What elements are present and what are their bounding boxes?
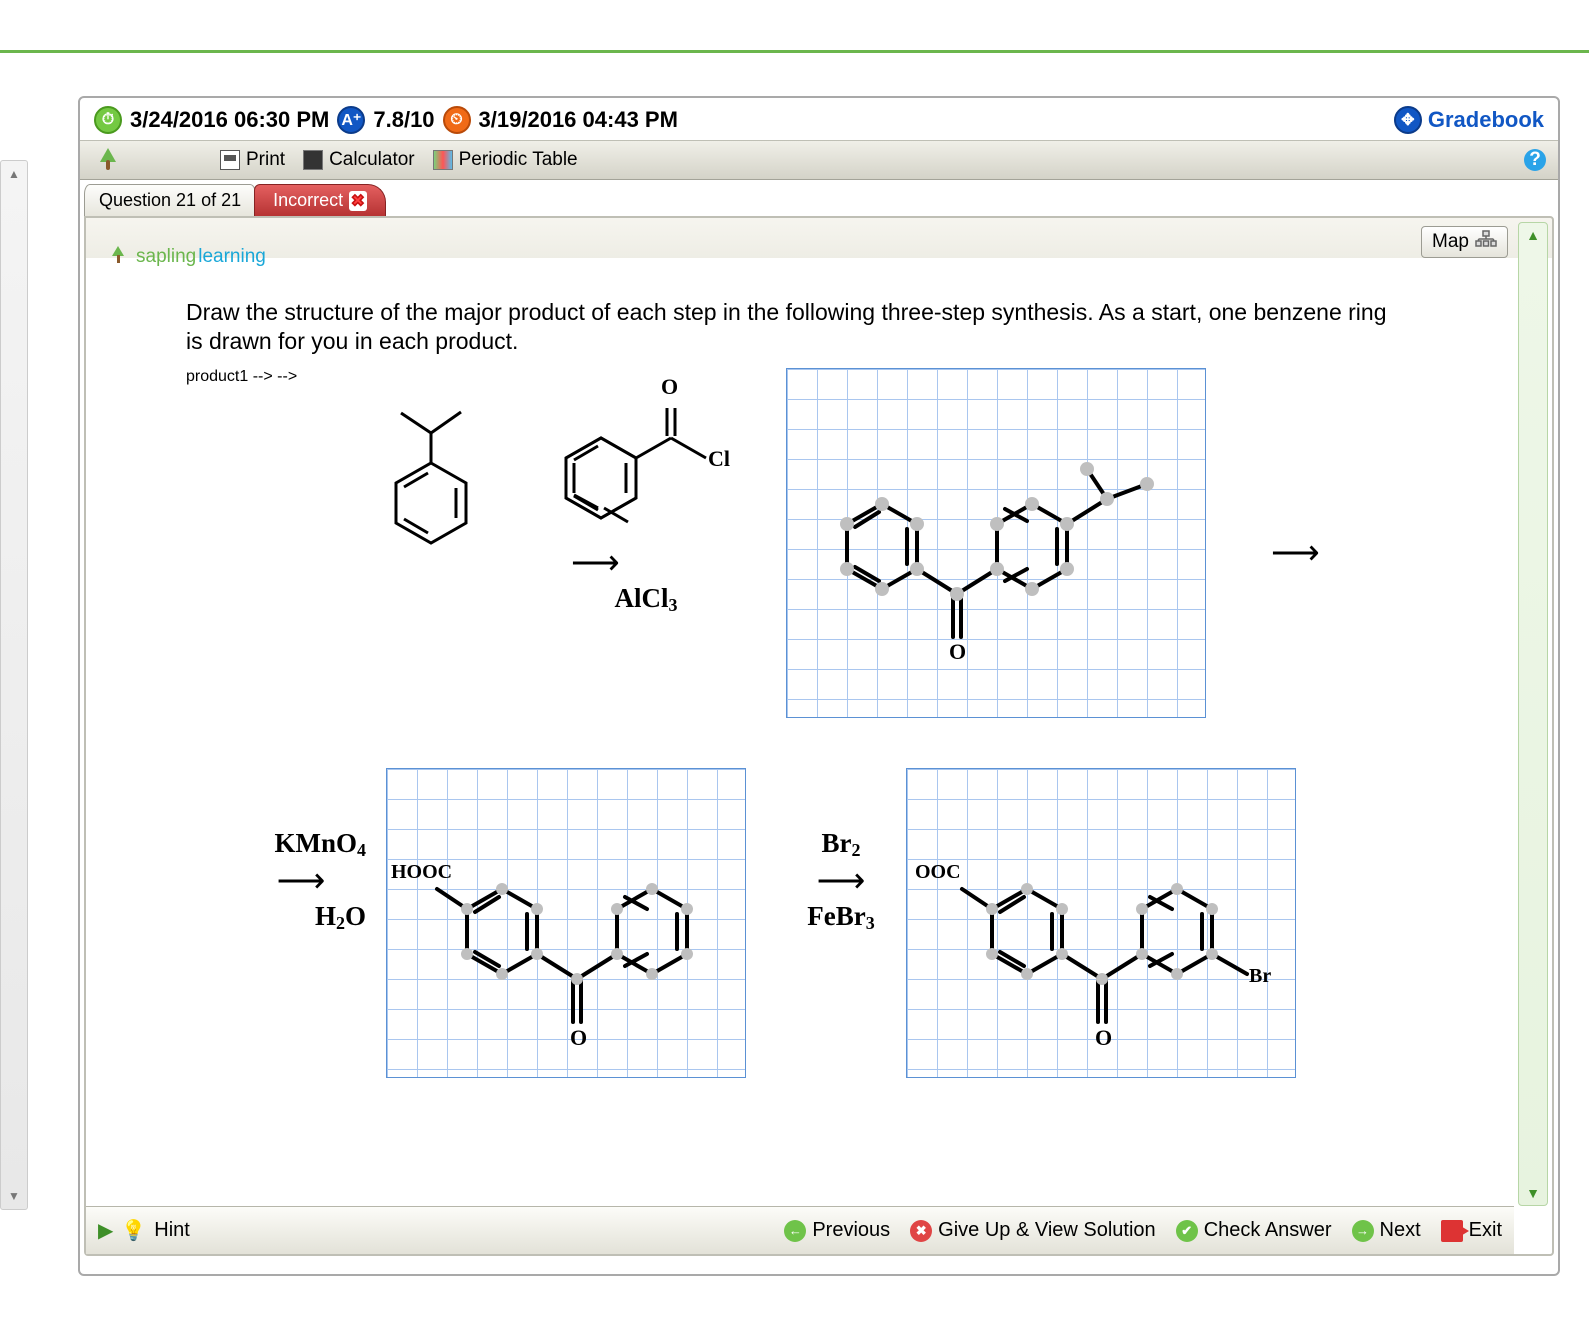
reagent-step1: O Cl bbox=[556, 368, 766, 548]
give-up-label: Give Up & View Solution bbox=[938, 1219, 1156, 1242]
due-date: 3/24/2016 06:30 PM bbox=[130, 107, 329, 133]
previous-label: Previous bbox=[812, 1219, 890, 1242]
product-box-2[interactable]: HOOC O bbox=[386, 768, 746, 1078]
sapling-brand: sapling learning bbox=[108, 246, 266, 268]
print-button[interactable]: Print bbox=[220, 149, 285, 171]
product2-O-label: O bbox=[570, 1025, 587, 1051]
check-label: Check Answer bbox=[1204, 1219, 1332, 1242]
exit-label: Exit bbox=[1469, 1219, 1502, 1242]
print-icon bbox=[220, 150, 240, 170]
due-date-icon: ⏱ bbox=[94, 106, 122, 134]
product3-ooc-label: OOC bbox=[915, 861, 961, 884]
hint-button[interactable]: ▶ 💡 Hint bbox=[98, 1218, 190, 1243]
map-label: Map bbox=[1432, 231, 1469, 253]
leaf-icon bbox=[108, 246, 130, 268]
arrow-step1: ⟶ bbox=[571, 543, 620, 583]
calculator-button[interactable]: Calculator bbox=[303, 149, 415, 171]
assignment-card: ⏱ 3/24/2016 06:30 PM A⁺ 7.8/10 ⏲ 3/19/20… bbox=[78, 96, 1560, 1276]
check-answer-button[interactable]: ✔ Check Answer bbox=[1176, 1219, 1332, 1242]
acyl-Cl-label: Cl bbox=[708, 446, 730, 472]
periodic-table-button[interactable]: Periodic Table bbox=[433, 149, 578, 171]
reaction-area: product1 --> --> bbox=[186, 368, 1446, 1098]
prev-arrow-icon: ← bbox=[784, 1220, 806, 1242]
calculator-label: Calculator bbox=[329, 149, 415, 171]
previous-button[interactable]: ← Previous bbox=[784, 1219, 890, 1242]
brand-text-2: learning bbox=[198, 246, 266, 268]
scroll-up-icon: ▲ bbox=[8, 167, 20, 181]
reagent-label-step2: KMnO4 ⟶ H2O bbox=[236, 828, 366, 934]
starting-material bbox=[356, 388, 506, 588]
gradebook-icon: ✥ bbox=[1394, 106, 1422, 134]
incorrect-x-icon: ✖ bbox=[349, 191, 366, 211]
hint-label: Hint bbox=[154, 1219, 190, 1242]
product2-hooc-label: HOOC bbox=[391, 861, 452, 884]
acyl-O-label: O bbox=[661, 374, 678, 400]
status-tab[interactable]: Incorrect ✖ bbox=[254, 184, 385, 216]
give-up-button[interactable]: ✖ Give Up & View Solution bbox=[910, 1219, 1156, 1242]
reagent-label-step3: Br2 ⟶ FeBr3 bbox=[791, 828, 891, 934]
next-button[interactable]: → Next bbox=[1352, 1219, 1421, 1242]
brand-text-1: sapling bbox=[136, 246, 196, 268]
question-tab-label: Question 21 of 21 bbox=[99, 190, 241, 210]
periodic-table-label: Periodic Table bbox=[459, 149, 578, 171]
content-scrollbar[interactable]: ▲ ▼ bbox=[1518, 222, 1548, 1206]
exit-button[interactable]: Exit bbox=[1441, 1219, 1502, 1242]
footer-nav: ▶ 💡 Hint ← Previous ✖ Give Up & View Sol… bbox=[86, 1206, 1514, 1254]
product-box-1[interactable]: O bbox=[786, 368, 1206, 718]
map-button[interactable]: Map bbox=[1421, 226, 1508, 258]
toolbar: Print Calculator Periodic Table ? bbox=[80, 140, 1558, 180]
question-content: Map ▲ ▼ sapling learning Draw the struct… bbox=[84, 216, 1554, 1256]
product3-O-label: O bbox=[1095, 1025, 1112, 1051]
arrow-step1-out: ⟶ bbox=[1271, 533, 1320, 573]
scroll-down-icon: ▼ bbox=[1526, 1185, 1540, 1201]
reagent-label-step1: AlCl3 bbox=[576, 583, 716, 616]
print-label: Print bbox=[246, 149, 285, 171]
scroll-up-icon: ▲ bbox=[1526, 227, 1540, 243]
submitted-icon: ⏲ bbox=[443, 106, 471, 134]
brand-leaf-icon bbox=[92, 144, 124, 176]
tab-row: Question 21 of 21 Incorrect ✖ bbox=[80, 180, 1558, 216]
gradebook-link[interactable]: ✥ Gradebook bbox=[1394, 106, 1544, 134]
question-tab[interactable]: Question 21 of 21 bbox=[84, 184, 256, 216]
next-label: Next bbox=[1380, 1219, 1421, 1242]
grade-icon: A⁺ bbox=[337, 106, 365, 134]
play-icon: ▶ bbox=[98, 1218, 113, 1243]
bulb-icon: 💡 bbox=[121, 1218, 146, 1243]
status-bar: ⏱ 3/24/2016 06:30 PM A⁺ 7.8/10 ⏲ 3/19/20… bbox=[80, 98, 1558, 140]
question-prompt: Draw the structure of the major product … bbox=[186, 298, 1406, 356]
periodic-table-icon bbox=[433, 150, 453, 170]
svg-text:O: O bbox=[949, 639, 966, 664]
grade-value: 7.8/10 bbox=[373, 107, 434, 133]
status-tab-label: Incorrect bbox=[273, 190, 343, 211]
scroll-down-icon: ▼ bbox=[8, 1189, 20, 1203]
calculator-icon bbox=[303, 150, 323, 170]
product-box-3[interactable]: OOC Br O bbox=[906, 768, 1296, 1078]
outer-scrollbar[interactable]: ▲ ▼ bbox=[0, 160, 28, 1210]
exit-icon bbox=[1441, 1220, 1463, 1242]
product3-br-label: Br bbox=[1249, 965, 1271, 988]
gradebook-label: Gradebook bbox=[1428, 107, 1544, 133]
sitemap-icon bbox=[1475, 230, 1497, 254]
help-button[interactable]: ? bbox=[1524, 149, 1546, 171]
give-up-icon: ✖ bbox=[910, 1220, 932, 1242]
submitted-date: 3/19/2016 04:43 PM bbox=[479, 107, 678, 133]
next-arrow-icon: → bbox=[1352, 1220, 1374, 1242]
check-icon: ✔ bbox=[1176, 1220, 1198, 1242]
